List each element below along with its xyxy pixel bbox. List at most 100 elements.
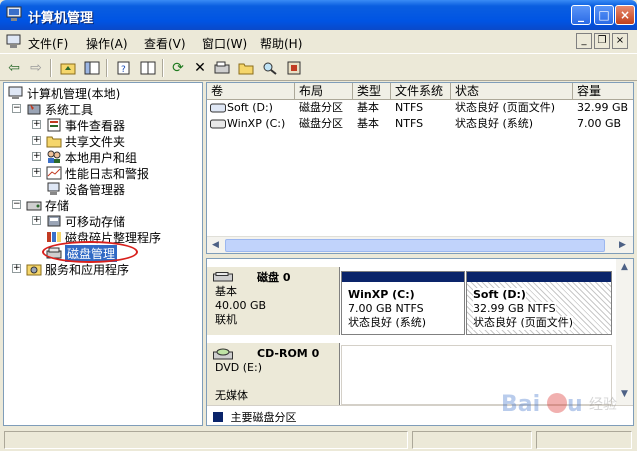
svg-text:u: u <box>567 392 583 417</box>
column-header-layout[interactable]: 布局 <box>295 83 353 100</box>
cell-volume: WinXP (C:) <box>227 117 286 130</box>
status-bar <box>0 428 637 451</box>
cell-layout: 磁盘分区 <box>299 101 343 114</box>
expand-shared-folders[interactable]: + <box>32 136 41 145</box>
legend-label: 主要磁盘分区 <box>230 411 297 424</box>
partition-d[interactable]: Soft (D:) 32.99 GB NTFS 状态良好 (页面文件) <box>466 271 612 335</box>
tree-label-services: 服务和应用程序 <box>45 262 130 277</box>
cdrom-media: 无媒体 <box>215 389 248 402</box>
tree-label-system-tools: 系统工具 <box>45 102 94 117</box>
tree-label-shared-folders: 共享文件夹 <box>65 134 126 149</box>
column-header-filesystem[interactable]: 文件系统 <box>391 83 451 100</box>
tree-node-local-users[interactable]: 本地用户和组 <box>46 149 137 165</box>
disk0-label[interactable]: 磁盘 0 基本 40.00 GB 联机 <box>207 267 340 335</box>
search-icon[interactable] <box>260 58 280 78</box>
partition-c-name: WinXP (C:) <box>348 288 415 301</box>
tree-label-removable-storage: 可移动存储 <box>65 214 126 229</box>
partition-c[interactable]: WinXP (C:) 7.00 GB NTFS 状态良好 (系统) <box>341 271 465 335</box>
collapse-storage[interactable]: − <box>12 200 21 209</box>
svg-text:经验: 经验 <box>589 397 617 413</box>
tree-node-system-tools[interactable]: 系统工具 <box>26 101 93 117</box>
scroll-up-icon[interactable]: ▲ <box>617 260 632 275</box>
app-menu-icon[interactable] <box>6 34 22 49</box>
scroll-right-icon[interactable]: ▶ <box>615 238 630 253</box>
expand-removable[interactable]: + <box>32 216 41 225</box>
users-icon <box>47 150 61 163</box>
title-bar: 计算机管理 _ □ × <box>0 0 637 30</box>
menu-action[interactable]: 操作(A) <box>86 35 128 52</box>
horizontal-scrollbar[interactable]: ◀ ▶ <box>207 236 633 253</box>
tree-node-event-viewer[interactable]: 事件查看器 <box>46 117 125 133</box>
expand-services[interactable]: + <box>12 264 21 273</box>
cdrom-icon <box>213 348 233 360</box>
performance-icon <box>46 166 62 180</box>
highlight-annotation-ring <box>42 241 138 263</box>
settings-icon[interactable] <box>284 58 304 78</box>
cell-type: 基本 <box>357 117 379 130</box>
storage-icon <box>26 201 42 211</box>
tree-label-perf-logs: 性能日志和警报 <box>65 166 150 181</box>
child-minimize-button[interactable]: _ <box>576 33 592 49</box>
tree-node-shared-folders[interactable]: 共享文件夹 <box>46 133 125 149</box>
table-row[interactable]: WinXP (C:) 磁盘分区 基本 NTFS 状态良好 (系统) 7.00 G… <box>207 116 633 132</box>
refresh-icon[interactable]: ⟳ <box>168 58 188 78</box>
cell-capacity: 32.99 GB <box>577 101 629 114</box>
cell-type: 基本 <box>357 101 379 114</box>
cdrom-type: DVD (E:) <box>215 361 263 374</box>
menu-help[interactable]: 帮助(H) <box>260 35 302 52</box>
close-button[interactable]: × <box>615 5 635 25</box>
scroll-left-icon[interactable]: ◀ <box>208 238 223 253</box>
back-icon[interactable]: ⇦ <box>4 58 24 78</box>
partition-d-bar <box>467 272 611 282</box>
menu-bar: 文件(F) 操作(A) 查看(V) 窗口(W) 帮助(H) <box>0 30 637 54</box>
tree-node-device-manager[interactable]: 设备管理器 <box>46 181 125 197</box>
column-header-volume[interactable]: 卷 <box>207 83 295 100</box>
disk-properties-icon[interactable] <box>212 58 232 78</box>
cell-filesystem: NTFS <box>395 101 424 114</box>
cell-status: 状态良好 (页面文件) <box>455 101 556 114</box>
up-folder-icon[interactable] <box>58 58 78 78</box>
tree-label-event-viewer: 事件查看器 <box>65 118 126 133</box>
menu-view[interactable]: 查看(V) <box>144 35 186 52</box>
maximize-button[interactable]: □ <box>594 5 614 25</box>
removable-storage-icon <box>47 215 61 227</box>
open-folder-icon[interactable] <box>236 58 256 78</box>
device-manager-icon <box>47 182 60 195</box>
child-close-button[interactable]: × <box>612 33 628 49</box>
minimize-button[interactable]: _ <box>571 5 591 25</box>
services-icon <box>26 264 42 276</box>
tree-node-services[interactable]: 服务和应用程序 <box>26 261 129 277</box>
cell-volume: Soft (D:) <box>227 101 273 114</box>
cell-filesystem: NTFS <box>395 117 424 130</box>
collapse-system-tools[interactable]: − <box>12 104 21 113</box>
vertical-scrollbar[interactable]: ▲ ▼ <box>616 259 633 405</box>
menu-file[interactable]: 文件(F) <box>28 35 68 52</box>
expand-local-users[interactable]: + <box>32 152 41 161</box>
horizontal-scroll-thumb[interactable] <box>225 239 605 252</box>
tree-node-storage[interactable]: 存储 <box>26 197 69 213</box>
tree-node-removable-storage[interactable]: 可移动存储 <box>46 213 125 229</box>
cdrom-label[interactable]: CD-ROM 0 DVD (E:) 无媒体 <box>207 343 340 405</box>
status-panel-main <box>4 431 408 449</box>
expand-perf-logs[interactable]: + <box>32 168 41 177</box>
partition-d-size: 32.99 GB NTFS <box>473 302 556 316</box>
status-panel-2 <box>412 431 532 449</box>
list-view-icon[interactable] <box>138 58 158 78</box>
baidu-watermark-logo: Bai u 经验 <box>501 392 617 417</box>
column-header-capacity[interactable]: 容量 <box>573 83 633 100</box>
column-header-type[interactable]: 类型 <box>353 83 391 100</box>
forward-icon[interactable]: ⇨ <box>26 58 46 78</box>
expand-event-viewer[interactable]: + <box>32 120 41 129</box>
properties-icon[interactable]: ? <box>114 58 134 78</box>
show-tree-icon[interactable] <box>82 58 102 78</box>
child-restore-button[interactable]: ❐ <box>594 33 610 49</box>
partition-d-status: 状态良好 (页面文件) <box>473 316 574 330</box>
tree-node-root[interactable]: 计算机管理(本地) <box>8 85 120 101</box>
tree-node-perf-logs[interactable]: 性能日志和警报 <box>46 165 149 181</box>
shared-folder-icon <box>46 136 62 148</box>
column-header-status[interactable]: 状态 <box>451 83 573 100</box>
menu-window[interactable]: 窗口(W) <box>202 35 247 52</box>
navigation-tree: 计算机管理(本地) − 系统工具 + 事件查看器 + 共享文件夹 + 本地用户和… <box>3 82 203 426</box>
table-row[interactable]: Soft (D:) 磁盘分区 基本 NTFS 状态良好 (页面文件) 32.99… <box>207 100 633 116</box>
delete-icon[interactable]: ✕ <box>190 58 210 78</box>
